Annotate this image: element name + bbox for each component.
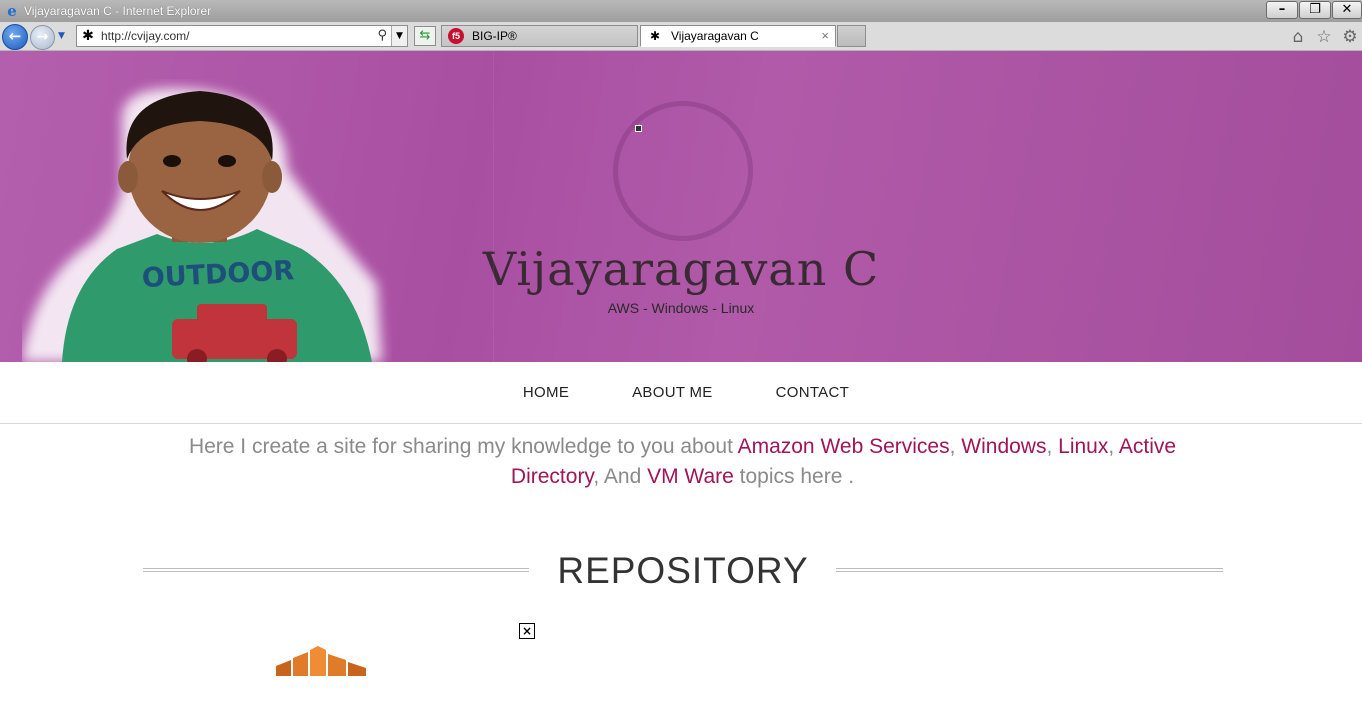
window-titlebar: e Vijayaragavan C - Internet Explorer – … — [0, 0, 1362, 22]
f5-icon: f5 — [448, 28, 464, 44]
browser-toolbar-icons: ⌂ ☆ ⚙ — [1288, 28, 1360, 46]
intro-text: Here I create a site for sharing my know… — [188, 435, 738, 458]
aws-link[interactable]: Amazon Web Services — [738, 435, 950, 458]
nav-contact-link[interactable]: CONTACT — [776, 384, 849, 401]
close-window-button[interactable]: ✕ — [1332, 1, 1362, 19]
intro-separator: , And — [593, 465, 648, 488]
aws-logo-image — [276, 646, 366, 676]
minimize-button[interactable]: – — [1266, 1, 1298, 19]
intro-suffix: topics here . — [733, 465, 855, 488]
site-header-banner: OUTDOOR Vijayaragavan C AWS - Windows - … — [0, 51, 1362, 362]
back-button[interactable]: ← — [2, 24, 28, 50]
url-input[interactable] — [101, 29, 371, 43]
search-icon[interactable]: ⚲ — [377, 28, 387, 43]
browser-navbar: ← → ▼ ✱ ⚲ ▼ ⇆ f5 BIG-IP® ✱ Vijayaragavan… — [0, 22, 1362, 51]
site-favicon-icon: ✱ — [649, 29, 661, 43]
window-controls: – ❐ ✕ — [1266, 1, 1362, 19]
history-dropdown-icon[interactable]: ▼ — [58, 31, 65, 41]
ad-close-icon[interactable]: × — [519, 623, 535, 639]
refresh-button[interactable]: ⇆ — [414, 26, 436, 46]
nav-home-link[interactable]: HOME — [523, 384, 569, 401]
favorites-star-icon[interactable]: ☆ — [1314, 28, 1334, 46]
tab-close-icon[interactable]: × — [821, 28, 829, 43]
intro-paragraph: Here I create a site for sharing my know… — [180, 432, 1185, 492]
intro-separator: , — [949, 435, 962, 458]
address-dropdown-button[interactable]: ▼ — [391, 26, 407, 46]
linux-link[interactable]: Linux — [1058, 435, 1108, 458]
home-icon[interactable]: ⌂ — [1288, 28, 1308, 46]
intro-separator: , — [1108, 435, 1119, 458]
web-page: OUTDOOR Vijayaragavan C AWS - Windows - … — [0, 51, 1362, 726]
tab-label: Vijayaragavan C — [671, 29, 759, 43]
address-bar[interactable]: ✱ ⚲ ▼ — [76, 25, 408, 47]
restore-button[interactable]: ❐ — [1299, 1, 1331, 19]
main-navigation: HOME ABOUT ME CONTACT — [0, 362, 1362, 424]
tab-big-ip[interactable]: f5 BIG-IP® — [441, 25, 638, 47]
repository-section-header: REPOSITORY — [143, 550, 1223, 594]
divider-line — [836, 568, 1223, 572]
mouse-cursor — [635, 125, 642, 132]
tab-label: BIG-IP® — [472, 29, 517, 43]
window-title: Vijayaragavan C - Internet Explorer — [24, 4, 212, 18]
windows-link[interactable]: Windows — [961, 435, 1046, 458]
intro-separator: , — [1046, 435, 1059, 458]
tab-vijayaragavan[interactable]: ✱ Vijayaragavan C × — [640, 25, 836, 47]
site-favicon-icon: ✱ — [82, 28, 94, 44]
new-tab-button[interactable] — [837, 25, 866, 47]
site-tagline: AWS - Windows - Linux — [607, 300, 755, 316]
site-title[interactable]: Vijayaragavan C — [0, 242, 1362, 296]
child-portrait-photo: OUTDOOR — [22, 88, 382, 362]
internet-explorer-icon: e — [7, 2, 17, 20]
nav-about-me-link[interactable]: ABOUT ME — [632, 384, 712, 401]
loading-spinner — [613, 101, 753, 241]
forward-button[interactable]: → — [30, 25, 55, 50]
settings-gear-icon[interactable]: ⚙ — [1340, 28, 1360, 46]
vmware-link[interactable]: VM Ware — [647, 465, 734, 488]
